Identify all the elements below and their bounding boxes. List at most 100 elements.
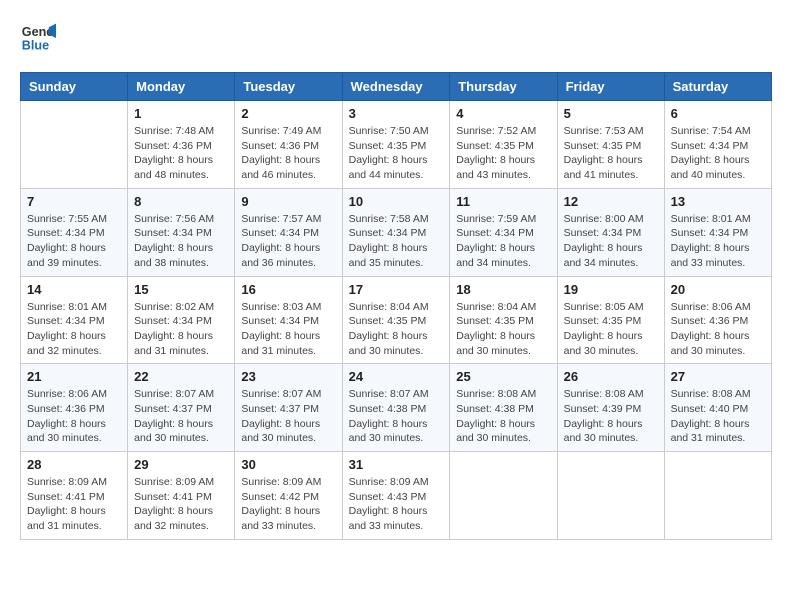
day-number: 2 xyxy=(241,106,335,121)
day-number: 3 xyxy=(349,106,444,121)
calendar-cell: 27 Sunrise: 8:08 AM Sunset: 4:40 PM Dayli… xyxy=(664,364,771,452)
weekday-header-tuesday: Tuesday xyxy=(235,73,342,101)
logo: General Blue xyxy=(20,20,60,56)
weekday-header-friday: Friday xyxy=(557,73,664,101)
day-number: 24 xyxy=(349,369,444,384)
day-info: Sunrise: 8:04 AM Sunset: 4:35 PM Dayligh… xyxy=(456,300,550,359)
day-info: Sunrise: 7:59 AM Sunset: 4:34 PM Dayligh… xyxy=(456,212,550,271)
logo-icon: General Blue xyxy=(20,20,56,56)
day-number: 31 xyxy=(349,457,444,472)
day-info: Sunrise: 8:05 AM Sunset: 4:35 PM Dayligh… xyxy=(564,300,658,359)
calendar-cell: 19 Sunrise: 8:05 AM Sunset: 4:35 PM Dayli… xyxy=(557,276,664,364)
day-info: Sunrise: 8:03 AM Sunset: 4:34 PM Dayligh… xyxy=(241,300,335,359)
day-number: 4 xyxy=(456,106,550,121)
day-info: Sunrise: 7:56 AM Sunset: 4:34 PM Dayligh… xyxy=(134,212,228,271)
calendar-cell: 20 Sunrise: 8:06 AM Sunset: 4:36 PM Dayli… xyxy=(664,276,771,364)
day-number: 22 xyxy=(134,369,228,384)
day-number: 1 xyxy=(134,106,228,121)
day-info: Sunrise: 7:54 AM Sunset: 4:34 PM Dayligh… xyxy=(671,124,765,183)
day-info: Sunrise: 7:55 AM Sunset: 4:34 PM Dayligh… xyxy=(27,212,121,271)
day-info: Sunrise: 8:01 AM Sunset: 4:34 PM Dayligh… xyxy=(671,212,765,271)
day-number: 25 xyxy=(456,369,550,384)
weekday-header-sunday: Sunday xyxy=(21,73,128,101)
calendar-week-row: 21 Sunrise: 8:06 AM Sunset: 4:36 PM Dayli… xyxy=(21,364,772,452)
day-info: Sunrise: 8:06 AM Sunset: 4:36 PM Dayligh… xyxy=(27,387,121,446)
calendar-cell: 5 Sunrise: 7:53 AM Sunset: 4:35 PM Daylig… xyxy=(557,101,664,189)
calendar-cell: 28 Sunrise: 8:09 AM Sunset: 4:41 PM Dayli… xyxy=(21,452,128,540)
day-number: 26 xyxy=(564,369,658,384)
calendar-cell: 29 Sunrise: 8:09 AM Sunset: 4:41 PM Dayli… xyxy=(128,452,235,540)
day-info: Sunrise: 7:52 AM Sunset: 4:35 PM Dayligh… xyxy=(456,124,550,183)
calendar-cell: 23 Sunrise: 8:07 AM Sunset: 4:37 PM Dayli… xyxy=(235,364,342,452)
day-number: 20 xyxy=(671,282,765,297)
calendar-cell: 17 Sunrise: 8:04 AM Sunset: 4:35 PM Dayli… xyxy=(342,276,450,364)
day-info: Sunrise: 8:02 AM Sunset: 4:34 PM Dayligh… xyxy=(134,300,228,359)
day-number: 28 xyxy=(27,457,121,472)
day-info: Sunrise: 7:49 AM Sunset: 4:36 PM Dayligh… xyxy=(241,124,335,183)
day-number: 19 xyxy=(564,282,658,297)
weekday-header-thursday: Thursday xyxy=(450,73,557,101)
day-info: Sunrise: 7:57 AM Sunset: 4:34 PM Dayligh… xyxy=(241,212,335,271)
calendar-cell xyxy=(450,452,557,540)
day-info: Sunrise: 7:50 AM Sunset: 4:35 PM Dayligh… xyxy=(349,124,444,183)
day-number: 6 xyxy=(671,106,765,121)
calendar-week-row: 14 Sunrise: 8:01 AM Sunset: 4:34 PM Dayli… xyxy=(21,276,772,364)
calendar-cell: 2 Sunrise: 7:49 AM Sunset: 4:36 PM Daylig… xyxy=(235,101,342,189)
weekday-header-monday: Monday xyxy=(128,73,235,101)
day-info: Sunrise: 8:01 AM Sunset: 4:34 PM Dayligh… xyxy=(27,300,121,359)
day-info: Sunrise: 7:58 AM Sunset: 4:34 PM Dayligh… xyxy=(349,212,444,271)
day-number: 11 xyxy=(456,194,550,209)
day-number: 16 xyxy=(241,282,335,297)
calendar-cell: 4 Sunrise: 7:52 AM Sunset: 4:35 PM Daylig… xyxy=(450,101,557,189)
day-number: 29 xyxy=(134,457,228,472)
calendar-week-row: 1 Sunrise: 7:48 AM Sunset: 4:36 PM Daylig… xyxy=(21,101,772,189)
day-info: Sunrise: 8:09 AM Sunset: 4:41 PM Dayligh… xyxy=(27,475,121,534)
day-info: Sunrise: 7:48 AM Sunset: 4:36 PM Dayligh… xyxy=(134,124,228,183)
day-number: 5 xyxy=(564,106,658,121)
day-number: 30 xyxy=(241,457,335,472)
day-number: 14 xyxy=(27,282,121,297)
calendar-week-row: 7 Sunrise: 7:55 AM Sunset: 4:34 PM Daylig… xyxy=(21,188,772,276)
day-number: 9 xyxy=(241,194,335,209)
calendar-cell: 30 Sunrise: 8:09 AM Sunset: 4:42 PM Dayli… xyxy=(235,452,342,540)
day-info: Sunrise: 8:08 AM Sunset: 4:40 PM Dayligh… xyxy=(671,387,765,446)
day-info: Sunrise: 8:07 AM Sunset: 4:37 PM Dayligh… xyxy=(134,387,228,446)
day-info: Sunrise: 8:06 AM Sunset: 4:36 PM Dayligh… xyxy=(671,300,765,359)
calendar-cell: 21 Sunrise: 8:06 AM Sunset: 4:36 PM Dayli… xyxy=(21,364,128,452)
day-info: Sunrise: 8:08 AM Sunset: 4:38 PM Dayligh… xyxy=(456,387,550,446)
calendar-cell: 31Sunrise: 8:09 AM Sunset: 4:43 PM Dayli… xyxy=(342,452,450,540)
day-info: Sunrise: 8:04 AM Sunset: 4:35 PM Dayligh… xyxy=(349,300,444,359)
calendar-cell: 7 Sunrise: 7:55 AM Sunset: 4:34 PM Daylig… xyxy=(21,188,128,276)
calendar-cell: 15 Sunrise: 8:02 AM Sunset: 4:34 PM Dayli… xyxy=(128,276,235,364)
calendar-cell: 1 Sunrise: 7:48 AM Sunset: 4:36 PM Daylig… xyxy=(128,101,235,189)
day-number: 17 xyxy=(349,282,444,297)
day-number: 8 xyxy=(134,194,228,209)
day-number: 13 xyxy=(671,194,765,209)
calendar-cell: 12Sunrise: 8:00 AM Sunset: 4:34 PM Dayli… xyxy=(557,188,664,276)
calendar-cell: 3 Sunrise: 7:50 AM Sunset: 4:35 PM Daylig… xyxy=(342,101,450,189)
calendar-table: SundayMondayTuesdayWednesdayThursdayFrid… xyxy=(20,72,772,540)
day-number: 23 xyxy=(241,369,335,384)
calendar-cell: 16 Sunrise: 8:03 AM Sunset: 4:34 PM Dayli… xyxy=(235,276,342,364)
calendar-cell xyxy=(664,452,771,540)
calendar-week-row: 28 Sunrise: 8:09 AM Sunset: 4:41 PM Dayli… xyxy=(21,452,772,540)
weekday-header-row: SundayMondayTuesdayWednesdayThursdayFrid… xyxy=(21,73,772,101)
calendar-cell: 11 Sunrise: 7:59 AM Sunset: 4:34 PM Dayli… xyxy=(450,188,557,276)
calendar-cell: 18Sunrise: 8:04 AM Sunset: 4:35 PM Dayli… xyxy=(450,276,557,364)
calendar-cell: 22 Sunrise: 8:07 AM Sunset: 4:37 PM Dayli… xyxy=(128,364,235,452)
svg-text:Blue: Blue xyxy=(22,39,49,53)
day-number: 21 xyxy=(27,369,121,384)
day-info: Sunrise: 8:07 AM Sunset: 4:38 PM Dayligh… xyxy=(349,387,444,446)
day-info: Sunrise: 7:53 AM Sunset: 4:35 PM Dayligh… xyxy=(564,124,658,183)
day-number: 27 xyxy=(671,369,765,384)
calendar-cell: 26Sunrise: 8:08 AM Sunset: 4:39 PM Dayli… xyxy=(557,364,664,452)
day-number: 15 xyxy=(134,282,228,297)
day-number: 7 xyxy=(27,194,121,209)
day-number: 10 xyxy=(349,194,444,209)
page-header: General Blue xyxy=(20,20,772,56)
day-info: Sunrise: 8:09 AM Sunset: 4:42 PM Dayligh… xyxy=(241,475,335,534)
day-info: Sunrise: 8:00 AM Sunset: 4:34 PM Dayligh… xyxy=(564,212,658,271)
day-info: Sunrise: 8:07 AM Sunset: 4:37 PM Dayligh… xyxy=(241,387,335,446)
day-info: Sunrise: 8:09 AM Sunset: 4:41 PM Dayligh… xyxy=(134,475,228,534)
calendar-cell xyxy=(21,101,128,189)
